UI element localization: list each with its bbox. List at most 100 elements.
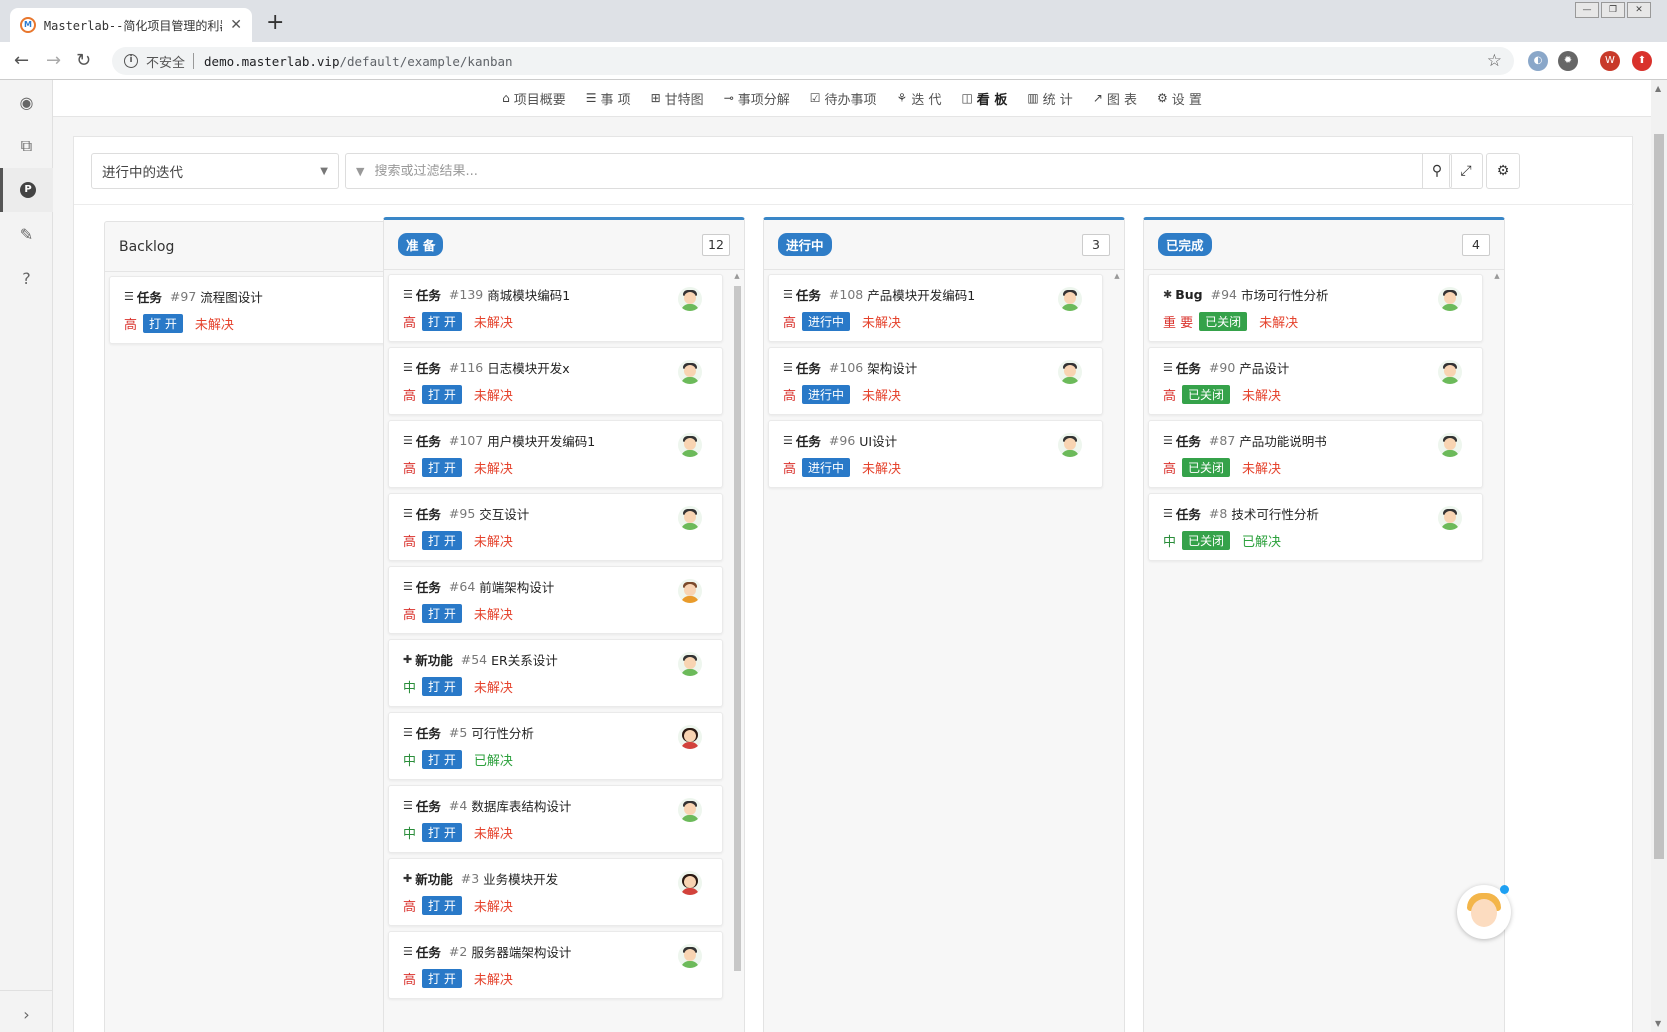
fullscreen-button[interactable]: ⤢ xyxy=(1449,153,1483,189)
issue-card[interactable]: ☰ 任务 #106 架构设计高进行中 未解决 xyxy=(768,347,1103,415)
assignee-avatar-icon[interactable] xyxy=(678,287,702,311)
scrollbar-thumb[interactable] xyxy=(1654,134,1664,859)
search-field[interactable]: ▼ xyxy=(345,153,1423,189)
issue-title[interactable]: 交互设计 xyxy=(479,504,529,523)
assignee-avatar-icon[interactable] xyxy=(678,579,702,603)
issue-title[interactable]: 可行性分析 xyxy=(471,723,534,742)
issue-card[interactable]: ☰ 任务 #87 产品功能说明书高已关闭 未解决 xyxy=(1148,420,1483,488)
issue-number[interactable]: #90 xyxy=(1209,360,1235,375)
issue-title[interactable]: ER关系设计 xyxy=(491,650,558,669)
extension-gear-icon[interactable]: ✹ xyxy=(1558,51,1578,71)
assignee-avatar-icon[interactable] xyxy=(1058,433,1082,457)
settings-button[interactable]: ⚙ xyxy=(1486,153,1520,189)
issue-card[interactable]: ☰ 任务 #5 可行性分析中打 开已解决 xyxy=(388,712,723,780)
assignee-avatar-icon[interactable] xyxy=(678,944,702,968)
topnav-item[interactable]: ☰ 事 项 xyxy=(586,89,631,108)
url-text[interactable]: demo.masterlab.vip/default/example/kanba… xyxy=(204,54,513,69)
back-arrow-icon[interactable]: ← xyxy=(14,50,29,71)
issue-number[interactable]: #95 xyxy=(449,506,475,521)
issue-title[interactable]: 产品设计 xyxy=(1239,358,1289,377)
topnav-item[interactable]: ☑ 待办事项 xyxy=(810,89,877,108)
minimize-button[interactable]: — xyxy=(1575,2,1599,18)
scroll-up-icon[interactable]: ▲ xyxy=(732,272,742,280)
issue-card[interactable]: ☰ 任务 #108 产品模块开发编码1 高进行中 未解决 xyxy=(768,274,1103,342)
restore-button[interactable]: ❐ xyxy=(1601,2,1625,18)
project-nav-item[interactable]: P xyxy=(0,168,53,212)
issue-number[interactable]: #3 xyxy=(461,871,479,886)
scroll-up-icon[interactable]: ▲ xyxy=(1112,272,1122,280)
issue-number[interactable]: #108 xyxy=(829,287,863,302)
topnav-item[interactable]: ◫ 看 板 xyxy=(961,89,1007,108)
issue-title[interactable]: 技术可行性分析 xyxy=(1231,504,1319,523)
issue-card[interactable]: ☰ 任务 #2 服务器端架构设计高打 开未解决 xyxy=(388,931,723,999)
assignee-avatar-icon[interactable] xyxy=(678,871,702,895)
info-icon[interactable]: i xyxy=(124,54,138,68)
assignee-avatar-icon[interactable] xyxy=(1438,506,1462,530)
page-scrollbar[interactable]: ▲ ▼ xyxy=(1651,80,1667,1032)
scroll-up-icon[interactable]: ▲ xyxy=(1492,272,1502,280)
issue-card[interactable]: ☰ 任务 #139 商城模块编码1 高打 开未解决 xyxy=(388,274,723,342)
update-icon[interactable]: ⬆ xyxy=(1632,51,1652,71)
topnav-item[interactable]: ⌂ 项目概要 xyxy=(502,89,566,108)
issue-title[interactable]: 业务模块开发 xyxy=(483,869,558,888)
issue-number[interactable]: #94 xyxy=(1211,287,1237,302)
topnav-item[interactable]: ⚙ 设 置 xyxy=(1157,89,1202,108)
extension-icon[interactable]: ◐ xyxy=(1528,51,1548,71)
issue-card[interactable]: ☰ 任务 #90 产品设计高已关闭 未解决 xyxy=(1148,347,1483,415)
profile-avatar[interactable]: W xyxy=(1600,51,1620,71)
bookmark-star-icon[interactable]: ☆ xyxy=(1487,51,1502,71)
browser-tab[interactable]: M Masterlab--简化项目管理的利器 ✕ xyxy=(10,8,252,42)
issue-card[interactable]: ☰ 任务 #96 UI设计高进行中 未解决 xyxy=(768,420,1103,488)
sprint-select[interactable]: 进行中的迭代 ▼ xyxy=(91,153,339,189)
issue-number[interactable]: #139 xyxy=(449,287,483,302)
column-scrollbar[interactable]: ▲ xyxy=(1112,272,1122,1032)
issue-number[interactable]: #64 xyxy=(449,579,475,594)
scroll-up-icon[interactable]: ▲ xyxy=(1655,84,1661,93)
url-omnibox[interactable]: i 不安全 demo.masterlab.vip/default/example… xyxy=(112,47,1514,75)
topnav-item[interactable]: ⊞ 甘特图 xyxy=(651,89,704,108)
issue-card[interactable]: ✚ 新功能 #3 业务模块开发高打 开未解决 xyxy=(388,858,723,926)
close-window-button[interactable]: ✕ xyxy=(1627,2,1651,18)
issue-title[interactable]: 流程图设计 xyxy=(200,287,263,306)
issue-number[interactable]: #97 xyxy=(170,289,196,304)
issue-title[interactable]: UI设计 xyxy=(859,431,897,450)
topnav-item[interactable]: ▥ 统 计 xyxy=(1027,89,1072,108)
issue-number[interactable]: #54 xyxy=(461,652,487,667)
assignee-avatar-icon[interactable] xyxy=(1438,433,1462,457)
issue-title[interactable]: 前端架构设计 xyxy=(479,577,554,596)
new-tab-button[interactable]: + xyxy=(266,12,284,34)
issue-title[interactable]: 商城模块编码1 xyxy=(487,285,570,304)
issue-card[interactable]: ☰ 任务 #64 前端架构设计高打 开未解决 xyxy=(388,566,723,634)
issue-card[interactable]: ☰ 任务 #107 用户模块开发编码1 高打 开未解决 xyxy=(388,420,723,488)
issue-card[interactable]: ✱ Bug #94 市场可行性分析重 要已关闭 未解决 xyxy=(1148,274,1483,342)
issue-title[interactable]: 架构设计 xyxy=(867,358,917,377)
issue-number[interactable]: #87 xyxy=(1209,433,1235,448)
assignee-avatar-icon[interactable] xyxy=(1438,360,1462,384)
issue-number[interactable]: #106 xyxy=(829,360,863,375)
dashboard-icon[interactable]: ◉ xyxy=(0,80,53,124)
assignee-avatar-icon[interactable] xyxy=(678,433,702,457)
issue-title[interactable]: 产品模块开发编码1 xyxy=(867,285,975,304)
issue-number[interactable]: #2 xyxy=(449,944,467,959)
issue-title[interactable]: 服务器端架构设计 xyxy=(471,942,571,961)
assignee-avatar-icon[interactable] xyxy=(678,652,702,676)
reload-icon[interactable]: ↻ xyxy=(76,50,91,71)
assignee-avatar-icon[interactable] xyxy=(678,798,702,822)
assignee-avatar-icon[interactable] xyxy=(1058,360,1082,384)
issue-number[interactable]: #8 xyxy=(1209,506,1227,521)
assignee-avatar-icon[interactable] xyxy=(1438,287,1462,311)
issue-title[interactable]: 日志模块开发x xyxy=(487,358,569,377)
expand-sidebar-icon[interactable]: › xyxy=(0,990,53,1024)
issue-card[interactable]: ☰ 任务 #95 交互设计高打 开未解决 xyxy=(388,493,723,561)
topnav-item[interactable]: ↗ 图 表 xyxy=(1093,89,1137,108)
issue-card[interactable]: ☰ 任务 #116 日志模块开发x 高打 开未解决 xyxy=(388,347,723,415)
issue-number[interactable]: #107 xyxy=(449,433,483,448)
issue-card[interactable]: ☰ 任务 #8 技术可行性分析中已关闭 已解决 xyxy=(1148,493,1483,561)
issue-title[interactable]: 数据库表结构设计 xyxy=(471,796,571,815)
issue-title[interactable]: 产品功能说明书 xyxy=(1239,431,1327,450)
issue-title[interactable]: 市场可行性分析 xyxy=(1241,285,1329,304)
wrench-icon[interactable]: ✎ xyxy=(0,212,53,256)
issue-number[interactable]: #4 xyxy=(449,798,467,813)
assistant-avatar-button[interactable] xyxy=(1457,885,1511,939)
issue-card[interactable]: ✚ 新功能 #54 ER关系设计中打 开未解决 xyxy=(388,639,723,707)
